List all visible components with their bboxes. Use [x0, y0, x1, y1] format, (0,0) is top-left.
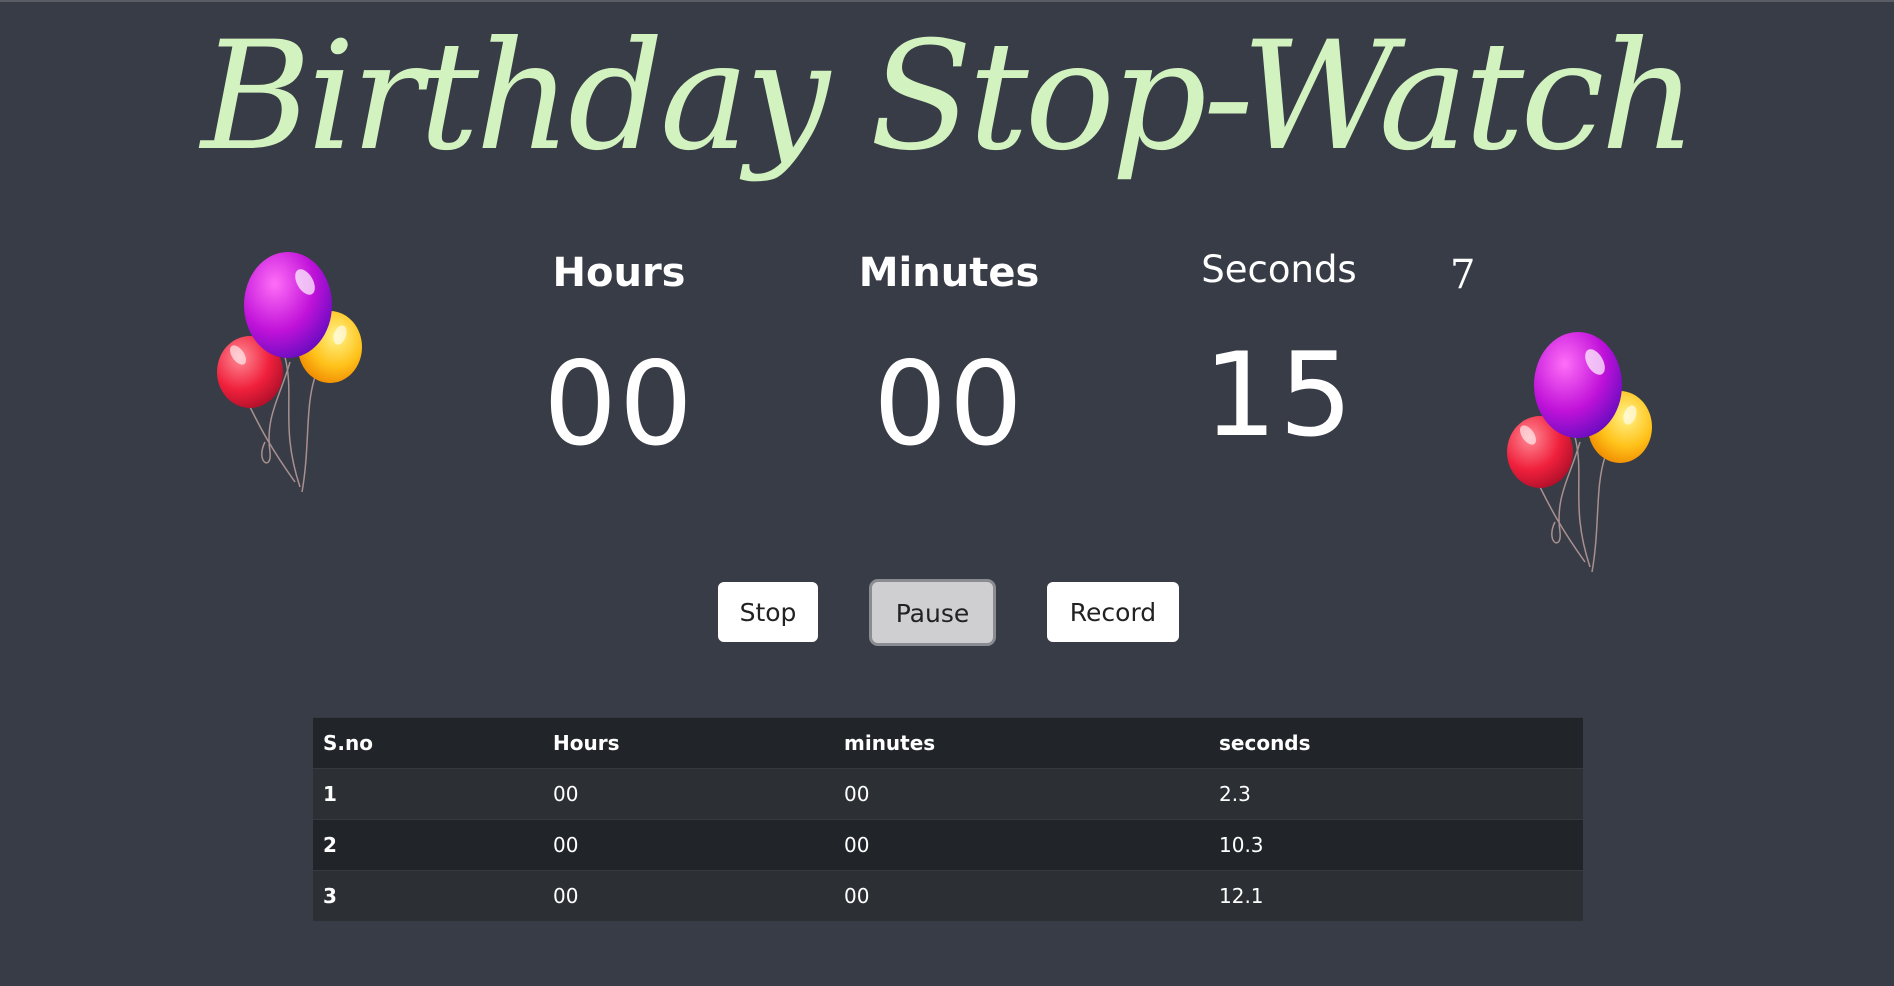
page-title: Birthday Stop-Watch — [201, 10, 1697, 184]
table-row: 2 00 00 10.3 — [313, 819, 1583, 871]
seconds-display: Seconds 15 — [1129, 245, 1429, 461]
cell-minutes: 00 — [834, 768, 1209, 820]
hours-display: Hours 00 — [469, 248, 769, 470]
minutes-value: 00 — [873, 337, 1025, 472]
table-row: 3 00 00 12.1 — [313, 870, 1583, 921]
column-header-hours: Hours — [543, 717, 834, 769]
cell-minutes: 00 — [834, 870, 1209, 921]
minutes-label: Minutes — [858, 250, 1040, 296]
column-header-sno: S.no — [313, 717, 543, 769]
cell-sno: 3 — [313, 870, 543, 921]
seconds-value: 15 — [1203, 328, 1355, 463]
cell-hours: 00 — [543, 870, 834, 921]
column-header-seconds: seconds — [1209, 717, 1583, 769]
stopwatch-page: Birthday Stop-Watch Hours 00 Minutes 00 … — [0, 0, 1894, 986]
tick-counter: 7 — [1450, 252, 1476, 298]
minutes-display: Minutes 00 — [799, 248, 1099, 470]
cell-seconds: 12.1 — [1209, 870, 1583, 921]
cell-hours: 00 — [543, 819, 834, 871]
stop-button[interactable]: Stop — [718, 582, 818, 642]
column-header-minutes: minutes — [834, 717, 1209, 769]
hours-value: 00 — [543, 337, 695, 472]
cell-sno: 2 — [313, 819, 543, 871]
cell-hours: 00 — [543, 768, 834, 820]
cell-seconds: 10.3 — [1209, 819, 1583, 871]
table-header-row: S.no Hours minutes seconds — [313, 717, 1583, 769]
balloons-icon — [217, 252, 362, 493]
cell-minutes: 00 — [834, 819, 1209, 871]
pause-button[interactable]: Pause — [869, 579, 996, 646]
seconds-label: Seconds — [1201, 248, 1357, 291]
balloons-icon — [1507, 332, 1652, 573]
cell-seconds: 2.3 — [1209, 768, 1583, 820]
records-table: S.no Hours minutes seconds 1 00 00 2.3 2… — [313, 717, 1583, 921]
cell-sno: 1 — [313, 768, 543, 820]
record-button[interactable]: Record — [1047, 582, 1179, 642]
table-row: 1 00 00 2.3 — [313, 768, 1583, 820]
hours-label: Hours — [552, 250, 686, 296]
